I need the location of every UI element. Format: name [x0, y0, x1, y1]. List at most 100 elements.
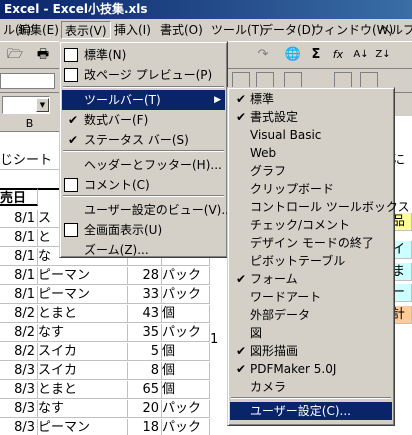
toolbar-submenu-item[interactable]: カメラ: [230, 378, 392, 396]
toolbar-submenu-item[interactable]: ピボットテーブル: [230, 252, 392, 270]
toolbar-submenu-item[interactable]: Visual Basic: [230, 126, 392, 144]
toolbar-submenu-item-label: 外部データ: [250, 308, 311, 322]
redo-icon[interactable]: ↷: [252, 44, 274, 66]
right-cell-0[interactable]: に: [392, 152, 412, 170]
cell-item[interactable]: ピーマン: [38, 286, 128, 304]
cell-date[interactable]: 8/2: [0, 343, 38, 361]
view-menu-item[interactable]: 標準(N): [62, 45, 225, 65]
view-menu-item[interactable]: ✔ ステータス バー(S): [62, 130, 225, 150]
view-menu-item[interactable]: ズーム(Z)...: [62, 240, 225, 260]
view-menu-item-label: 全画面表示(U): [84, 223, 163, 237]
view-menu-item-label: 数式バー(F): [84, 113, 149, 127]
cell-qty[interactable]: 5: [128, 343, 162, 361]
toolbar-submenu-item[interactable]: ✔ 標準: [230, 90, 392, 108]
cell-item[interactable]: スイカ: [38, 362, 128, 380]
cell-date[interactable]: 8/1: [0, 267, 38, 285]
column-header-b[interactable]: B: [0, 116, 60, 132]
toolbar-submenu-item[interactable]: ワードアート: [230, 288, 392, 306]
cell-qty[interactable]: 65: [128, 381, 162, 399]
menu-insert[interactable]: 挿入(I): [111, 21, 154, 39]
toolbar-submenu-item-label: ワードアート: [250, 290, 322, 304]
toolbar-submenu-item-label: Visual Basic: [250, 128, 322, 142]
cell-date[interactable]: 8/1: [0, 210, 38, 228]
cell-item[interactable]: ピーマン: [38, 267, 128, 285]
menu-help[interactable]: ヘルプ: [376, 21, 412, 39]
cell-qty[interactable]: 43: [128, 305, 162, 323]
toolbar-submenu-item[interactable]: 図: [230, 324, 392, 342]
cell-item[interactable]: なす: [38, 324, 128, 342]
cell-qty[interactable]: 8: [128, 362, 162, 380]
view-menu-item-label: ツールバー(T): [84, 93, 161, 107]
function-icon[interactable]: fx: [327, 44, 349, 66]
cell-qty[interactable]: 35: [128, 324, 162, 342]
view-menu-item-label: ステータス バー(S): [84, 133, 189, 147]
toolbar-submenu-item[interactable]: 外部データ: [230, 306, 392, 324]
sort-descending-icon[interactable]: Z↓: [372, 44, 394, 66]
cell-item[interactable]: なす: [38, 400, 128, 418]
toolbar-submenu-item[interactable]: ユーザー設定(C)...: [230, 402, 392, 420]
cell-unit[interactable]: 個: [162, 381, 210, 399]
cell-unit[interactable]: 個: [162, 343, 210, 361]
cell-qty[interactable]: 18: [128, 419, 162, 435]
cell-item[interactable]: ピーマン: [38, 419, 128, 435]
toolbar-submenu-item[interactable]: Web: [230, 144, 392, 162]
check-icon: ✔: [67, 133, 79, 147]
toolbar-submenu-item[interactable]: ✔ 図形描画: [230, 342, 392, 360]
cell-date[interactable]: 8/2: [0, 324, 38, 342]
cell-date[interactable]: 8/1: [0, 248, 38, 266]
cell-unit[interactable]: パック: [162, 400, 210, 418]
menu-edit[interactable]: 編集(E): [15, 21, 62, 39]
sort-ascending-icon[interactable]: A↓: [350, 44, 372, 66]
view-menu-item[interactable]: ユーザー設定のビュー(V)...: [62, 200, 233, 220]
header-cell-date[interactable]: 売日: [0, 188, 38, 206]
toolbar-submenu-item[interactable]: デザイン モードの終了: [230, 234, 392, 252]
view-menu-item[interactable]: ヘッダーとフッター(H)...: [62, 155, 225, 175]
open-icon[interactable]: 🗁: [4, 44, 26, 66]
view-menu-item[interactable]: コメント(C): [62, 175, 225, 195]
toolbar-submenu-item[interactable]: グラフ: [230, 162, 392, 180]
cell-title[interactable]: じシート: [0, 152, 60, 170]
cell-unit[interactable]: パック: [162, 324, 210, 342]
cell-item[interactable]: とまと: [38, 381, 128, 399]
toolbar-submenu-item[interactable]: ✔ フォーム: [230, 270, 392, 288]
menu-format[interactable]: 書式(O): [157, 21, 206, 39]
autosum-icon[interactable]: Σ: [305, 44, 327, 66]
cell-qty[interactable]: 20: [128, 400, 162, 418]
cell-unit[interactable]: パック: [162, 286, 210, 304]
toolbar-submenu-item[interactable]: クリップボード: [230, 180, 392, 198]
cell-item[interactable]: とまと: [38, 305, 128, 323]
right-cell-5[interactable]: 計: [392, 306, 412, 324]
view-menu-item[interactable]: 全画面表示(U): [62, 220, 225, 240]
right-cell-4[interactable]: ー: [392, 284, 412, 302]
cell-date[interactable]: 8/3: [0, 400, 38, 418]
cell-date[interactable]: 8/3: [0, 381, 38, 399]
cell-date[interactable]: 8/3: [0, 419, 38, 435]
cell-date[interactable]: 8/3: [0, 362, 38, 380]
right-cell-2[interactable]: イ: [392, 241, 412, 259]
check-icon: ✔: [235, 110, 247, 124]
toolbar-submenu-item[interactable]: ✔ 書式設定: [230, 108, 392, 126]
cell-date[interactable]: 8/1: [0, 229, 38, 247]
font-name-box[interactable]: [0, 73, 55, 89]
cell-date[interactable]: 8/2: [0, 305, 38, 323]
cell-unit[interactable]: 個: [162, 305, 210, 323]
cell-item[interactable]: スイカ: [38, 343, 128, 361]
menu-view[interactable]: 表示(V): [61, 21, 111, 39]
right-cell-3[interactable]: ま: [392, 263, 412, 281]
cell-date[interactable]: 8/1: [0, 286, 38, 304]
cell-unit[interactable]: パック: [162, 419, 210, 435]
view-menu-item[interactable]: 改ページ プレビュー(P): [62, 65, 225, 85]
toolbar-submenu-item[interactable]: コントロール ツールボックス: [230, 198, 409, 216]
name-box-dropdown[interactable]: ▼: [36, 98, 49, 112]
toolbar-submenu-item[interactable]: チェック/コメント: [230, 216, 392, 234]
web-icon[interactable]: 🌐: [282, 44, 304, 66]
cell-qty[interactable]: 33: [128, 286, 162, 304]
view-menu-item[interactable]: ツールバー(T) ▶: [62, 90, 225, 110]
view-menu-item[interactable]: ✔ 数式バー(F): [62, 110, 225, 130]
toolbar-submenu-item[interactable]: ✔ PDFMaker 5.0J: [230, 360, 392, 378]
cell-qty[interactable]: 28: [128, 267, 162, 285]
window-title: Excel - Excel小技集.xls: [4, 2, 148, 16]
cell-unit[interactable]: 個: [162, 362, 210, 380]
print-icon[interactable]: 🖶: [32, 44, 54, 66]
cell-unit[interactable]: パック: [162, 267, 210, 285]
